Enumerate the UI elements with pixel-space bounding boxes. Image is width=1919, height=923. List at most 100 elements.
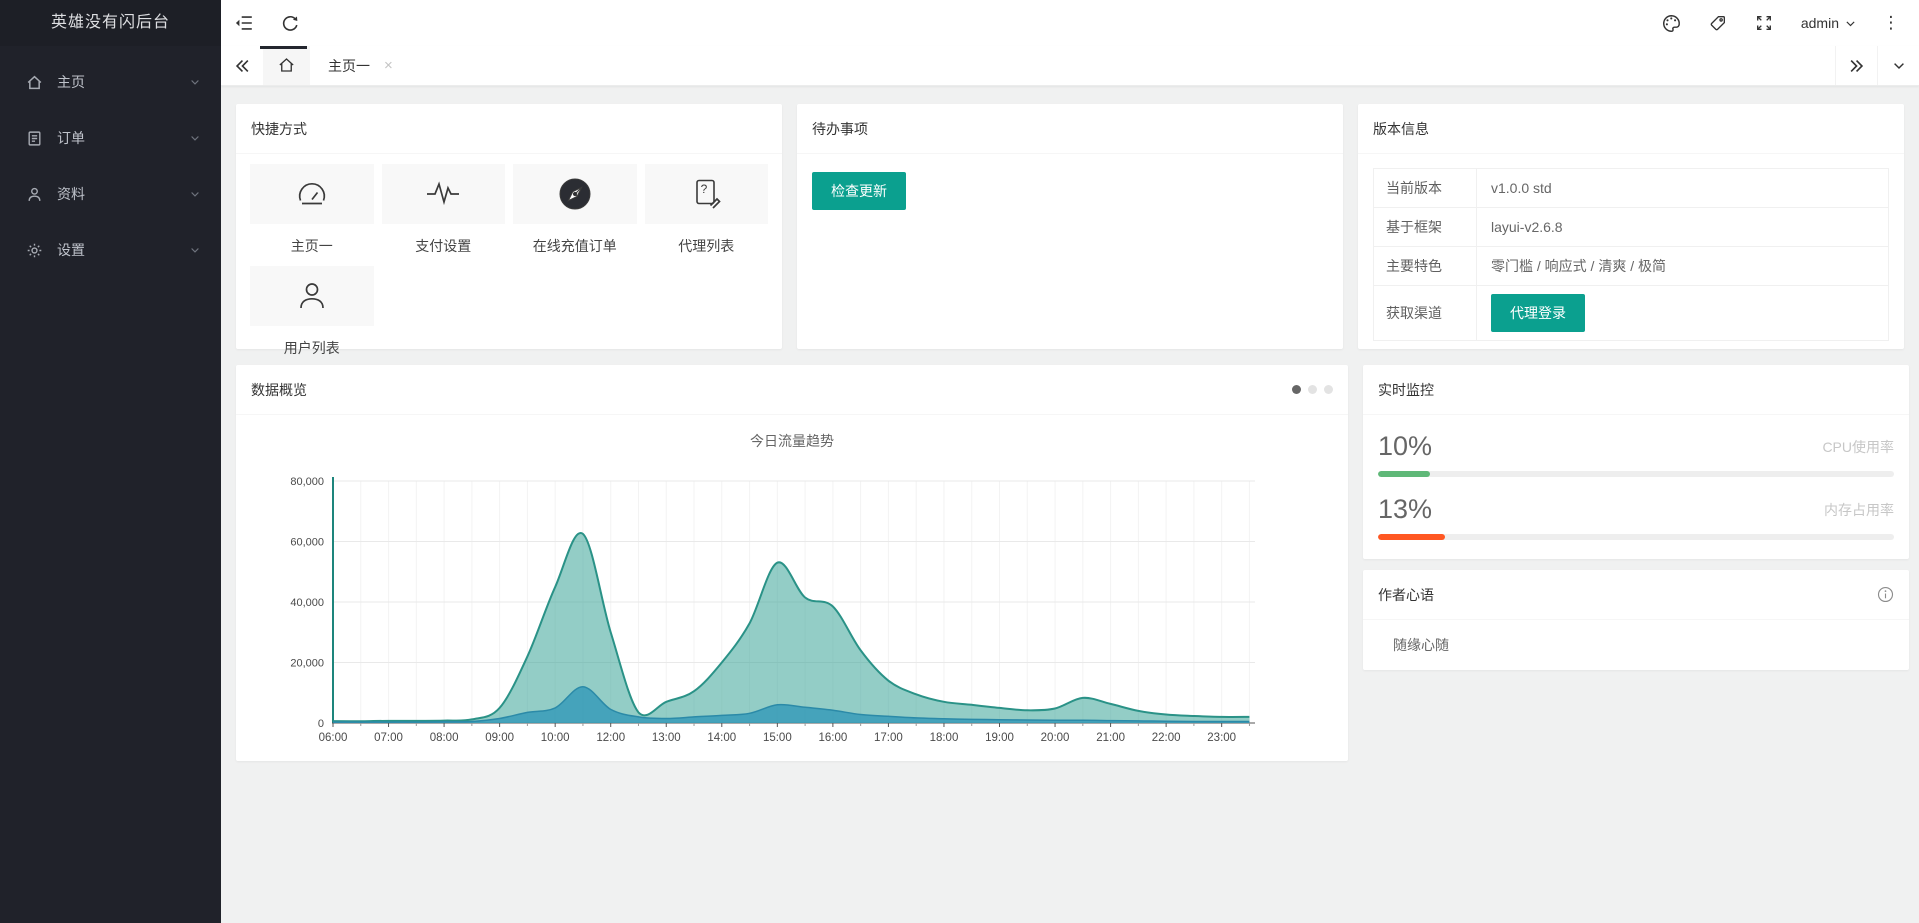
refresh-button[interactable] [267, 0, 313, 46]
tag-button[interactable] [1695, 0, 1741, 46]
main-content: 快捷方式 主页一 支付设置 在线充值订单 ? 代理列表 用户列表 待办事项 检查… [221, 86, 1919, 923]
sidebar-item-label: 主页 [57, 74, 85, 90]
author-words-card: 作者心语 随缘心随 [1363, 570, 1909, 670]
tabs-scroll-left-button[interactable] [221, 46, 263, 85]
progress-track [1378, 534, 1894, 540]
fullscreen-button[interactable] [1741, 0, 1787, 46]
quick-link-label: 支付设置 [415, 238, 472, 254]
realtime-monitor-card: 实时监控 10% CPU使用率 13% 内存占用率 [1363, 365, 1909, 559]
tag-icon [1708, 14, 1727, 33]
svg-text:0: 0 [318, 718, 324, 730]
theme-button[interactable] [1649, 0, 1695, 46]
todo-card: 待办事项 检查更新 [797, 104, 1343, 349]
data-overview-card: 数据概览 今日流量趋势 0 20,000 40,000 60,000 80,000 06:… [236, 365, 1348, 761]
progress-fill [1378, 534, 1446, 540]
quick-links-card: 快捷方式 主页一 支付设置 在线充值订单 ? 代理列表 用户列表 [236, 104, 782, 356]
card-title: 实时监控 [1378, 381, 1434, 398]
user-menu[interactable]: admin [1787, 15, 1871, 31]
row-label: 主要特色 [1374, 247, 1477, 285]
top-header: admin ⋮ [221, 0, 1919, 49]
metric-label: 内存占用率 [1824, 501, 1894, 518]
svg-text:60,000: 60,000 [290, 537, 324, 549]
tab-home[interactable] [263, 46, 310, 85]
more-menu-button[interactable]: ⋮ [1871, 13, 1911, 33]
svg-text:21:00: 21:00 [1096, 732, 1125, 744]
metric-label: CPU使用率 [1822, 438, 1894, 455]
collapse-sidebar-button[interactable] [221, 0, 267, 46]
svg-text:18:00: 18:00 [930, 732, 959, 744]
chevron-down-icon [1891, 58, 1907, 74]
tabs-scroll-right-button[interactable] [1835, 46, 1877, 85]
agent-doc-icon: ? [688, 176, 724, 212]
tabbar-spacer [411, 46, 1835, 85]
memory-metric: 13% 内存占用率 [1378, 494, 1894, 540]
row-label: 获取渠道 [1374, 286, 1477, 340]
quick-link-label: 用户列表 [283, 340, 340, 356]
chevron-down-icon [1839, 17, 1857, 30]
info-icon[interactable] [1877, 586, 1894, 603]
quick-link-home[interactable]: 主页一 [250, 164, 374, 256]
sidebar-item-home[interactable]: 主页 [0, 54, 221, 110]
svg-text:80,000: 80,000 [290, 476, 324, 488]
user-icon [294, 278, 330, 314]
svg-text:07:00: 07:00 [374, 732, 403, 744]
chevron-down-icon [189, 132, 201, 144]
svg-text:12:00: 12:00 [596, 732, 625, 744]
sidebar-item-orders[interactable]: 订单 [0, 110, 221, 166]
row-value: v1.0.0 std [1491, 180, 1552, 196]
person-icon [26, 186, 43, 203]
svg-text:20,000: 20,000 [290, 658, 324, 670]
quick-link-label: 代理列表 [678, 238, 735, 254]
compass-icon [557, 176, 593, 212]
sidebar-item-profile[interactable]: 资料 [0, 166, 221, 222]
card-title: 版本信息 [1373, 120, 1429, 137]
table-row: 获取渠道 代理登录 [1374, 285, 1888, 340]
sidebar-item-label: 订单 [57, 130, 85, 146]
svg-text:10:00: 10:00 [541, 732, 570, 744]
quick-link-agent-list[interactable]: ? 代理列表 [644, 164, 768, 256]
row-value: 零门槛 / 响应式 / 清爽 / 极简 [1491, 258, 1667, 274]
svg-text:20:00: 20:00 [1041, 732, 1070, 744]
app-title: 英雄没有闪后台 [0, 0, 221, 46]
quick-link-payment-settings[interactable]: 支付设置 [381, 164, 505, 256]
version-info-card: 版本信息 当前版本 v1.0.0 std 基于框架 layui-v2.6.8 主… [1358, 104, 1904, 349]
pulse-icon [425, 176, 461, 212]
carousel-dot[interactable] [1292, 385, 1301, 394]
tab-item[interactable]: 主页一 × [310, 46, 411, 85]
home-icon [26, 74, 43, 91]
sidebar-item-label: 设置 [57, 242, 85, 258]
carousel-dot[interactable] [1324, 385, 1333, 394]
sidebar-item-settings[interactable]: 设置 [0, 222, 221, 278]
author-quote: 随缘心随 [1393, 637, 1449, 653]
username: admin [1800, 15, 1839, 31]
gear-icon [26, 242, 43, 259]
cpu-metric: 10% CPU使用率 [1378, 431, 1894, 477]
shrink-menu-icon [233, 12, 255, 34]
metric-value: 13% [1378, 494, 1433, 524]
quick-link-user-list[interactable]: 用户列表 [250, 266, 374, 358]
svg-text:16:00: 16:00 [818, 732, 847, 744]
agent-login-button[interactable]: 代理登录 [1491, 294, 1585, 332]
svg-text:09:00: 09:00 [485, 732, 514, 744]
sidebar-item-label: 资料 [57, 186, 85, 202]
version-table: 当前版本 v1.0.0 std 基于框架 layui-v2.6.8 主要特色 零… [1373, 168, 1889, 341]
row-value: layui-v2.6.8 [1491, 219, 1563, 235]
card-title: 快捷方式 [251, 120, 307, 137]
chart-title: 今日流量趋势 [750, 433, 834, 449]
row-label: 基于框架 [1374, 208, 1477, 246]
progress-track [1378, 471, 1894, 477]
carousel-dot[interactable] [1308, 385, 1317, 394]
active-nav-indicator [260, 46, 307, 49]
gauge-icon [294, 176, 330, 212]
card-title: 待办事项 [812, 120, 868, 137]
fullscreen-icon [1755, 14, 1773, 32]
svg-text:14:00: 14:00 [707, 732, 736, 744]
quick-link-recharge-orders[interactable]: 在线充值订单 [513, 164, 637, 256]
table-row: 基于框架 layui-v2.6.8 [1374, 207, 1888, 246]
tabs-menu-button[interactable] [1877, 46, 1919, 85]
progress-fill [1378, 471, 1430, 477]
check-update-button[interactable]: 检查更新 [812, 172, 906, 210]
close-icon[interactable]: × [384, 58, 393, 73]
house-icon [277, 56, 296, 75]
carousel-dots [1292, 385, 1333, 394]
